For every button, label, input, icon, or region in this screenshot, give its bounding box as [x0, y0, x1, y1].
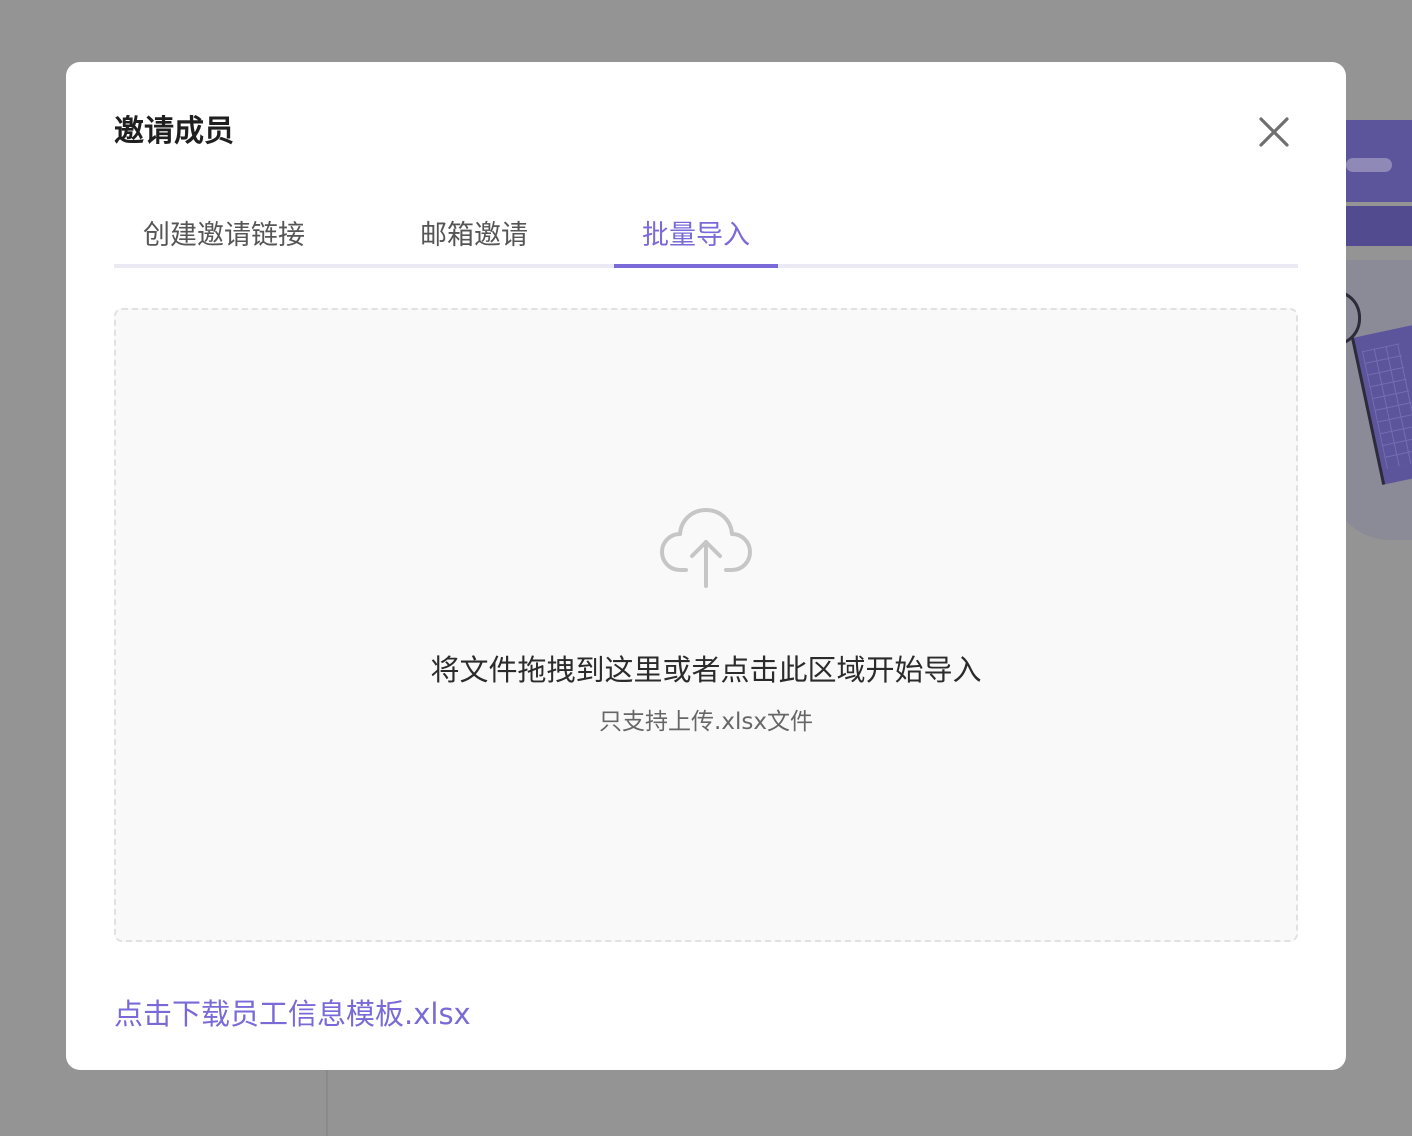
dropzone-file-type-hint: 只支持上传.xlsx文件	[599, 709, 813, 735]
background-divider	[326, 1070, 328, 1136]
close-button[interactable]	[1254, 112, 1294, 152]
tab-label: 邮箱邀请	[420, 220, 528, 251]
background-pill	[1346, 158, 1392, 172]
download-template-link[interactable]: 点击下载员工信息模板.xlsx	[114, 992, 471, 1036]
tab-label: 创建邀请链接	[143, 220, 305, 251]
close-icon	[1259, 117, 1289, 147]
active-tab-indicator	[614, 264, 778, 268]
tab-label: 批量导入	[642, 220, 750, 251]
invite-tabs: 创建邀请链接 邮箱邀请 批量导入	[114, 212, 1298, 268]
modal-title: 邀请成员	[114, 114, 234, 149]
tab-batch-import[interactable]: 批量导入	[614, 212, 778, 268]
tab-email-invite[interactable]: 邮箱邀请	[364, 212, 584, 264]
tab-create-invite-link[interactable]: 创建邀请链接	[114, 212, 334, 264]
file-dropzone[interactable]: 将文件拖拽到这里或者点击此区域开始导入 只支持上传.xlsx文件	[114, 308, 1298, 942]
dropzone-instruction: 将文件拖拽到这里或者点击此区域开始导入	[430, 653, 982, 687]
invite-members-modal: 邀请成员 创建邀请链接 邮箱邀请 批量导入 将文件拖拽到这里或者点击此区域开始导…	[66, 62, 1346, 1070]
cloud-upload-icon	[660, 508, 752, 588]
